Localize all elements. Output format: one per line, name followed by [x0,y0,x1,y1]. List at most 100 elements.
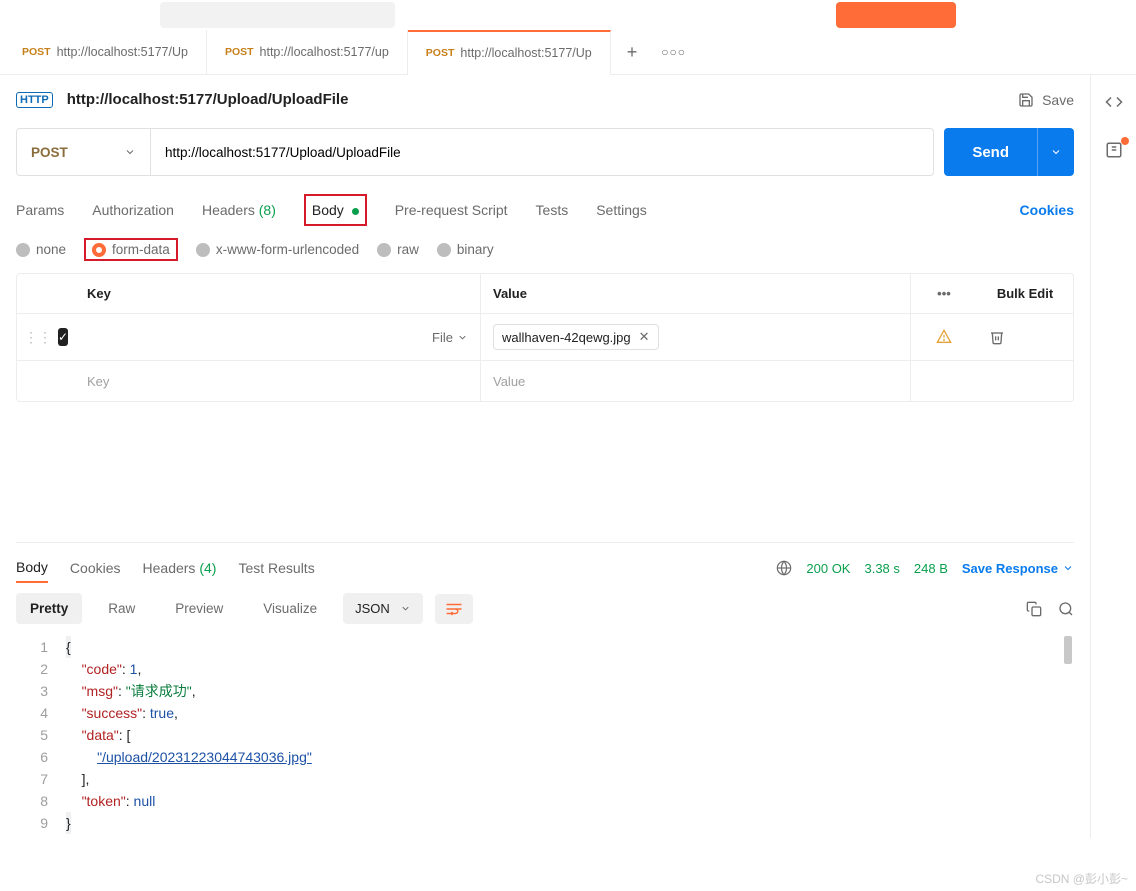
method-select[interactable]: POST [16,128,151,176]
value-input[interactable]: Value [481,361,911,401]
warning-icon[interactable] [936,329,952,345]
method-value: POST [31,145,68,160]
tab-overflow-button[interactable]: ○○○ [653,45,694,59]
request-tabs-bar: POST http://localhost:5177/Up POST http:… [0,30,1136,75]
key-type-dropdown[interactable]: File [432,330,468,345]
key-cell[interactable]: File [75,314,481,360]
new-tab-button[interactable]: + [611,42,654,63]
format-select[interactable]: JSON [343,593,423,624]
tab-params[interactable]: Params [16,198,64,222]
globe-icon[interactable] [776,560,792,576]
tab-method: POST [225,46,254,58]
response-tabs: Body Cookies Headers (4) Test Results 20… [16,553,1074,583]
save-button[interactable]: Save [1018,92,1074,108]
view-row: Pretty Raw Preview Visualize JSON [16,593,1074,624]
tab-label: http://localhost:5177/Up [460,46,591,60]
chevron-down-icon [124,146,136,158]
notification-dot [1121,137,1129,145]
body-indicator-dot [352,208,359,215]
remove-file-icon[interactable]: ✕ [639,329,650,345]
view-raw[interactable]: Raw [94,593,149,624]
row-checkbox[interactable]: ✓ [58,328,68,346]
copy-icon[interactable] [1026,601,1042,617]
radio-icon [377,243,391,257]
tab-prerequest[interactable]: Pre-request Script [395,198,508,222]
body-type-radios: none form-data x-www-form-urlencoded raw… [16,238,1074,261]
upgrade-button[interactable] [836,2,956,28]
code-icon[interactable] [1105,93,1123,111]
url-input[interactable] [151,128,934,176]
drag-handle-icon[interactable]: ⋮⋮ [24,329,52,346]
title-row: HTTP http://localhost:5177/Upload/Upload… [16,91,1074,108]
view-visualize[interactable]: Visualize [249,593,331,624]
header-value: Value [481,274,911,313]
save-response-button[interactable]: Save Response [962,561,1074,576]
resp-tab-body[interactable]: Body [16,553,48,583]
url-row: POST Send [16,128,1074,176]
radio-none[interactable]: none [16,242,66,257]
status-code: 200 OK [806,561,850,576]
chevron-down-icon [457,332,468,343]
delete-row-icon[interactable] [989,329,1005,345]
radio-xwww[interactable]: x-www-form-urlencoded [196,242,359,257]
tab-2-active[interactable]: POST http://localhost:5177/Up [408,30,611,75]
file-chip: wallhaven-42qewg.jpg ✕ [493,324,659,350]
resp-tab-cookies[interactable]: Cookies [70,554,121,582]
chevron-down-icon [400,603,411,614]
tab-method: POST [426,47,455,59]
table-header: Key Value ••• Bulk Edit [17,274,1073,314]
response-panel: Body Cookies Headers (4) Test Results 20… [16,542,1074,838]
tab-tests[interactable]: Tests [536,198,569,222]
send-button[interactable]: Send [944,128,1074,176]
radio-icon-selected [92,243,106,257]
scrollbar-thumb[interactable] [1064,636,1072,664]
radio-icon [196,243,210,257]
info-icon[interactable] [1105,141,1123,159]
response-size: 248 B [914,561,948,576]
tab-headers[interactable]: Headers (8) [202,198,276,222]
request-subtabs: Params Authorization Headers (8) Body Pr… [16,194,1074,226]
columns-menu[interactable]: ••• [937,286,951,301]
send-label: Send [944,144,1037,161]
response-meta: 200 OK 3.38 s 248 B Save Response [776,560,1074,576]
view-preview[interactable]: Preview [161,593,237,624]
radio-icon [437,243,451,257]
table-row: ⋮⋮ ✓ File wallhaven-42qewg.jpg ✕ [17,314,1073,361]
response-body[interactable]: 1{ 2 "code": 1, 3 "msg": "请求成功", 4 "succ… [16,632,1074,838]
resp-tab-tests[interactable]: Test Results [238,554,314,582]
http-badge: HTTP [16,92,53,108]
highlight-formdata: form-data [84,238,178,261]
wrap-lines-button[interactable] [435,594,473,624]
file-name: wallhaven-42qewg.jpg [502,330,631,345]
value-cell[interactable]: wallhaven-42qewg.jpg ✕ [481,314,911,360]
tab-label: http://localhost:5177/Up [57,45,188,59]
bulk-edit-button[interactable]: Bulk Edit [977,274,1073,313]
view-pretty[interactable]: Pretty [16,593,82,624]
wrap-icon [445,602,463,616]
highlight-body-tab: Body [304,194,367,226]
tab-1[interactable]: POST http://localhost:5177/up [207,30,408,75]
cookies-link[interactable]: Cookies [1020,202,1074,218]
save-label: Save [1042,92,1074,108]
tab-label: http://localhost:5177/up [260,45,389,59]
request-title: http://localhost:5177/Upload/UploadFile [67,91,349,108]
radio-formdata[interactable]: form-data [92,242,170,257]
formdata-table: Key Value ••• Bulk Edit ⋮⋮ ✓ File wallha… [16,273,1074,402]
table-row-empty: Key Value [17,361,1073,401]
tab-body[interactable]: Body [312,198,359,222]
radio-raw[interactable]: raw [377,242,419,257]
tab-0[interactable]: POST http://localhost:5177/Up [4,30,207,75]
key-input[interactable]: Key [75,361,481,401]
chevron-down-icon [1062,562,1074,574]
resp-tab-headers[interactable]: Headers (4) [143,554,217,582]
tab-settings[interactable]: Settings [596,198,647,222]
chevron-down-icon [1050,146,1062,158]
top-bar [0,0,1136,30]
radio-icon [16,243,30,257]
tab-authorization[interactable]: Authorization [92,198,174,222]
search-icon[interactable] [1058,601,1074,617]
send-dropdown[interactable] [1037,128,1074,176]
right-sidebar [1090,75,1136,838]
top-search[interactable] [160,2,395,28]
radio-binary[interactable]: binary [437,242,494,257]
